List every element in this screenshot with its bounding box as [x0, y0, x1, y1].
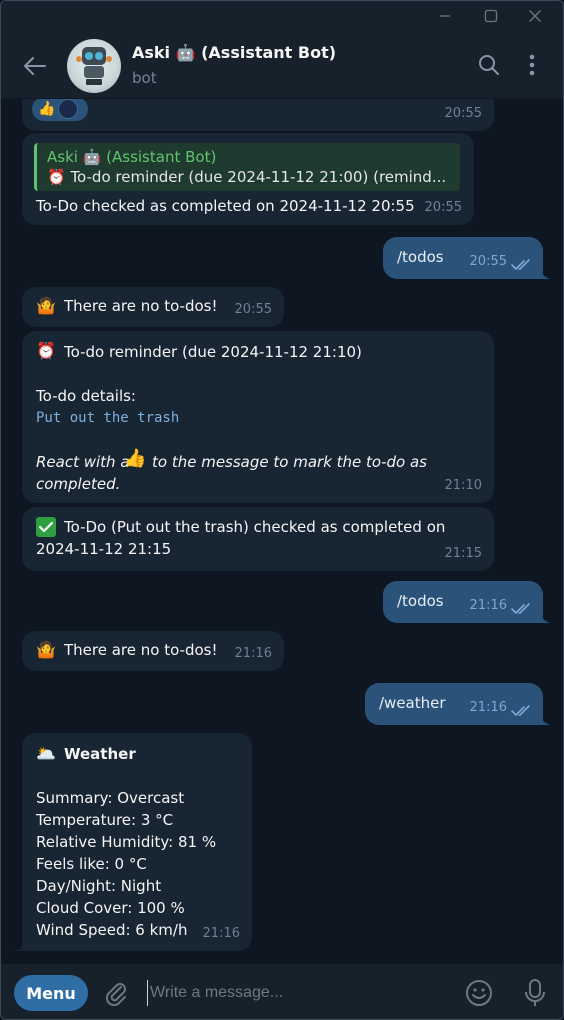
reply-text: ⏰ To-do reminder (due 2024-11-12 21:00) …: [47, 168, 447, 186]
thumbs-up-icon: 👍: [124, 448, 147, 469]
message-text: To-do reminder (due 2024-11-12 21:10): [64, 343, 362, 361]
message-bubble[interactable]: 🌥️ Weather Summary: Overcast Temperature…: [14, 733, 252, 951]
weather-line: Wind Speed: 6 km/h: [36, 921, 188, 939]
bubble-tail: [539, 265, 551, 279]
message-time: 20:55: [444, 106, 482, 121]
reply-author: Aski 🤖 (Assistant Bot): [47, 148, 217, 166]
message-bubble[interactable]: To-Do (Put out the trash) checked as com…: [22, 507, 494, 571]
shrug-icon: 🤷: [36, 640, 56, 659]
bot-menu-button[interactable]: Menu: [14, 975, 88, 1011]
message-time: 21:15: [444, 546, 482, 561]
message-time: 20:55: [469, 254, 507, 269]
message-bubble[interactable]: 🤷 There are no to-dos! 21:16: [22, 631, 284, 671]
reactor-avatar: [58, 99, 79, 119]
message-text: /todos: [397, 592, 444, 610]
message-text: To-Do checked as completed on 2024-11-12…: [36, 197, 415, 215]
message-composer: Menu: [1, 963, 563, 1019]
message-time: 21:10: [444, 478, 482, 493]
chat-header: Aski 🤖 (Assistant Bot) bot: [1, 31, 563, 99]
message-text: /todos: [397, 248, 444, 266]
message-text: 2024-11-12 21:15: [36, 540, 172, 558]
reaction-badge[interactable]: 👍: [32, 99, 88, 121]
search-icon[interactable]: [475, 51, 503, 79]
avatar[interactable]: [67, 39, 121, 93]
minimize-icon[interactable]: [423, 1, 467, 31]
bubble-tail: [14, 937, 26, 951]
microphone-icon[interactable]: [519, 977, 551, 1009]
bubble-tail: [539, 711, 551, 725]
telegram-window: Aski 🤖 (Assistant Bot) bot 👍 20:55 Aski …: [0, 0, 564, 1020]
reply-quote[interactable]: Aski 🤖 (Assistant Bot) ⏰ To-do reminder …: [34, 143, 460, 191]
message-text: completed.: [36, 475, 121, 493]
message-bubble-outgoing[interactable]: /weather 21:16: [365, 683, 551, 725]
message-time: 21:16: [202, 926, 240, 941]
code-text[interactable]: Put out the trash: [36, 407, 179, 429]
back-arrow-icon[interactable]: [19, 50, 51, 82]
message-input[interactable]: [147, 980, 447, 1006]
check-mark-icon: [36, 517, 56, 537]
chat-title[interactable]: Aski 🤖 (Assistant Bot): [132, 43, 336, 62]
paperclip-icon[interactable]: [101, 978, 131, 1008]
message-list[interactable]: 👍 20:55 Aski 🤖 (Assistant Bot) ⏰ To-do r…: [1, 99, 563, 963]
chat-subtitle: bot: [132, 69, 157, 87]
weather-line: Cloud Cover: 100 %: [36, 899, 185, 917]
bubble-tail: [539, 609, 551, 623]
message-time: 20:55: [234, 302, 272, 317]
maximize-icon[interactable]: [469, 1, 513, 31]
weather-title: Weather: [64, 745, 136, 763]
alarm-clock-icon: ⏰: [36, 341, 56, 360]
message-bubble[interactable]: ⏰ To-do reminder (due 2024-11-12 21:10) …: [22, 331, 494, 503]
sun-behind-cloud-icon: 🌥️: [36, 744, 56, 763]
shrug-icon: 🤷: [36, 296, 56, 315]
weather-line: Day/Night: Night: [36, 877, 162, 895]
message-bubble[interactable]: 🤷 There are no to-dos! 20:55: [22, 287, 284, 327]
double-check-icon: [511, 259, 530, 270]
message-text: To-do details:: [36, 387, 136, 405]
message-time: 21:16: [234, 646, 272, 661]
weather-line: Summary: Overcast: [36, 789, 185, 807]
message-bubble[interactable]: 👍 20:55: [22, 99, 494, 131]
window-titlebar: [1, 1, 563, 31]
message-text: There are no to-dos!: [64, 641, 218, 659]
message-time: 21:16: [469, 598, 507, 613]
message-time: 20:55: [424, 200, 462, 215]
double-check-icon: [511, 603, 530, 614]
message-bubble-outgoing[interactable]: /todos 20:55: [383, 237, 551, 279]
message-text: React with a: [36, 453, 130, 471]
close-icon[interactable]: [513, 1, 557, 31]
weather-line: Temperature: 3 °C: [36, 811, 174, 829]
emoji-icon[interactable]: [463, 977, 495, 1009]
message-text: There are no to-dos!: [64, 297, 218, 315]
thumbs-up-icon: 👍: [38, 101, 56, 117]
message-text: To-Do (Put out the trash) checked as com…: [64, 518, 446, 536]
double-check-icon: [511, 705, 530, 716]
message-bubble-outgoing[interactable]: /todos 21:16: [383, 581, 551, 623]
weather-line: Feels like: 0 °C: [36, 855, 147, 873]
message-bubble[interactable]: Aski 🤖 (Assistant Bot) ⏰ To-do reminder …: [22, 133, 474, 225]
message-time: 21:16: [469, 700, 507, 715]
message-text: /weather: [379, 694, 446, 712]
more-vertical-icon[interactable]: [519, 51, 545, 79]
message-text: to the message to mark the to-do as: [152, 453, 427, 471]
weather-line: Relative Humidity: 81 %: [36, 833, 217, 851]
